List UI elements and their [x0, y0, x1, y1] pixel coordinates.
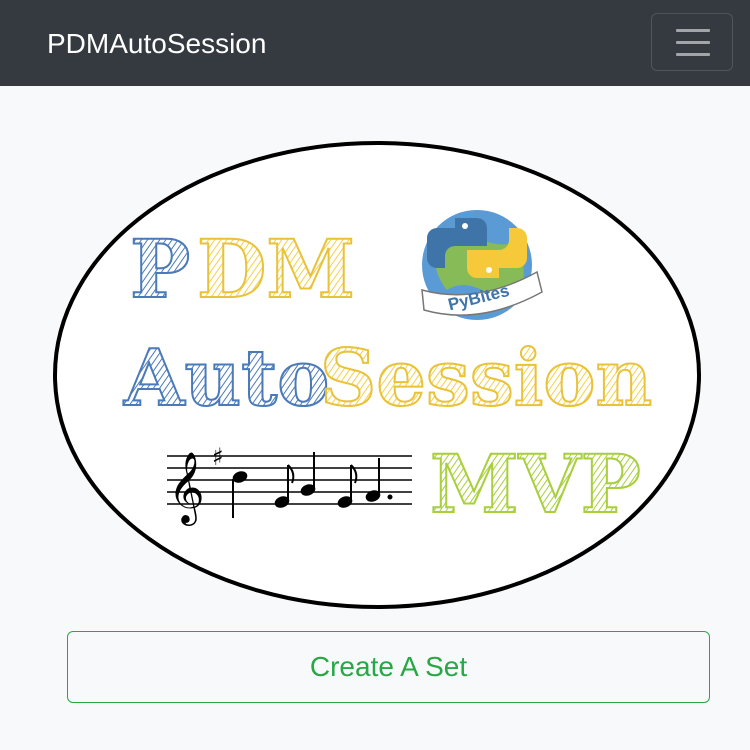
- logo-word-mvp: MVP: [430, 437, 641, 531]
- navbar-toggler-button[interactable]: [651, 13, 733, 71]
- logo-letters-dm: DM: [197, 222, 355, 316]
- logo-word-session: Session: [320, 333, 652, 424]
- logo-word-auto: Auto: [123, 333, 329, 424]
- logo-letter-p: P: [130, 222, 190, 316]
- svg-text:♯: ♯: [212, 443, 224, 471]
- svg-text:𝄞: 𝄞: [168, 450, 205, 526]
- navbar-brand[interactable]: PDMAutoSession: [47, 26, 266, 62]
- app-logo: P DM PyBites Auto Session 𝄞 ♯ MVP: [52, 140, 702, 610]
- navbar: PDMAutoSession: [0, 0, 750, 86]
- create-a-set-button[interactable]: Create A Set: [67, 631, 710, 703]
